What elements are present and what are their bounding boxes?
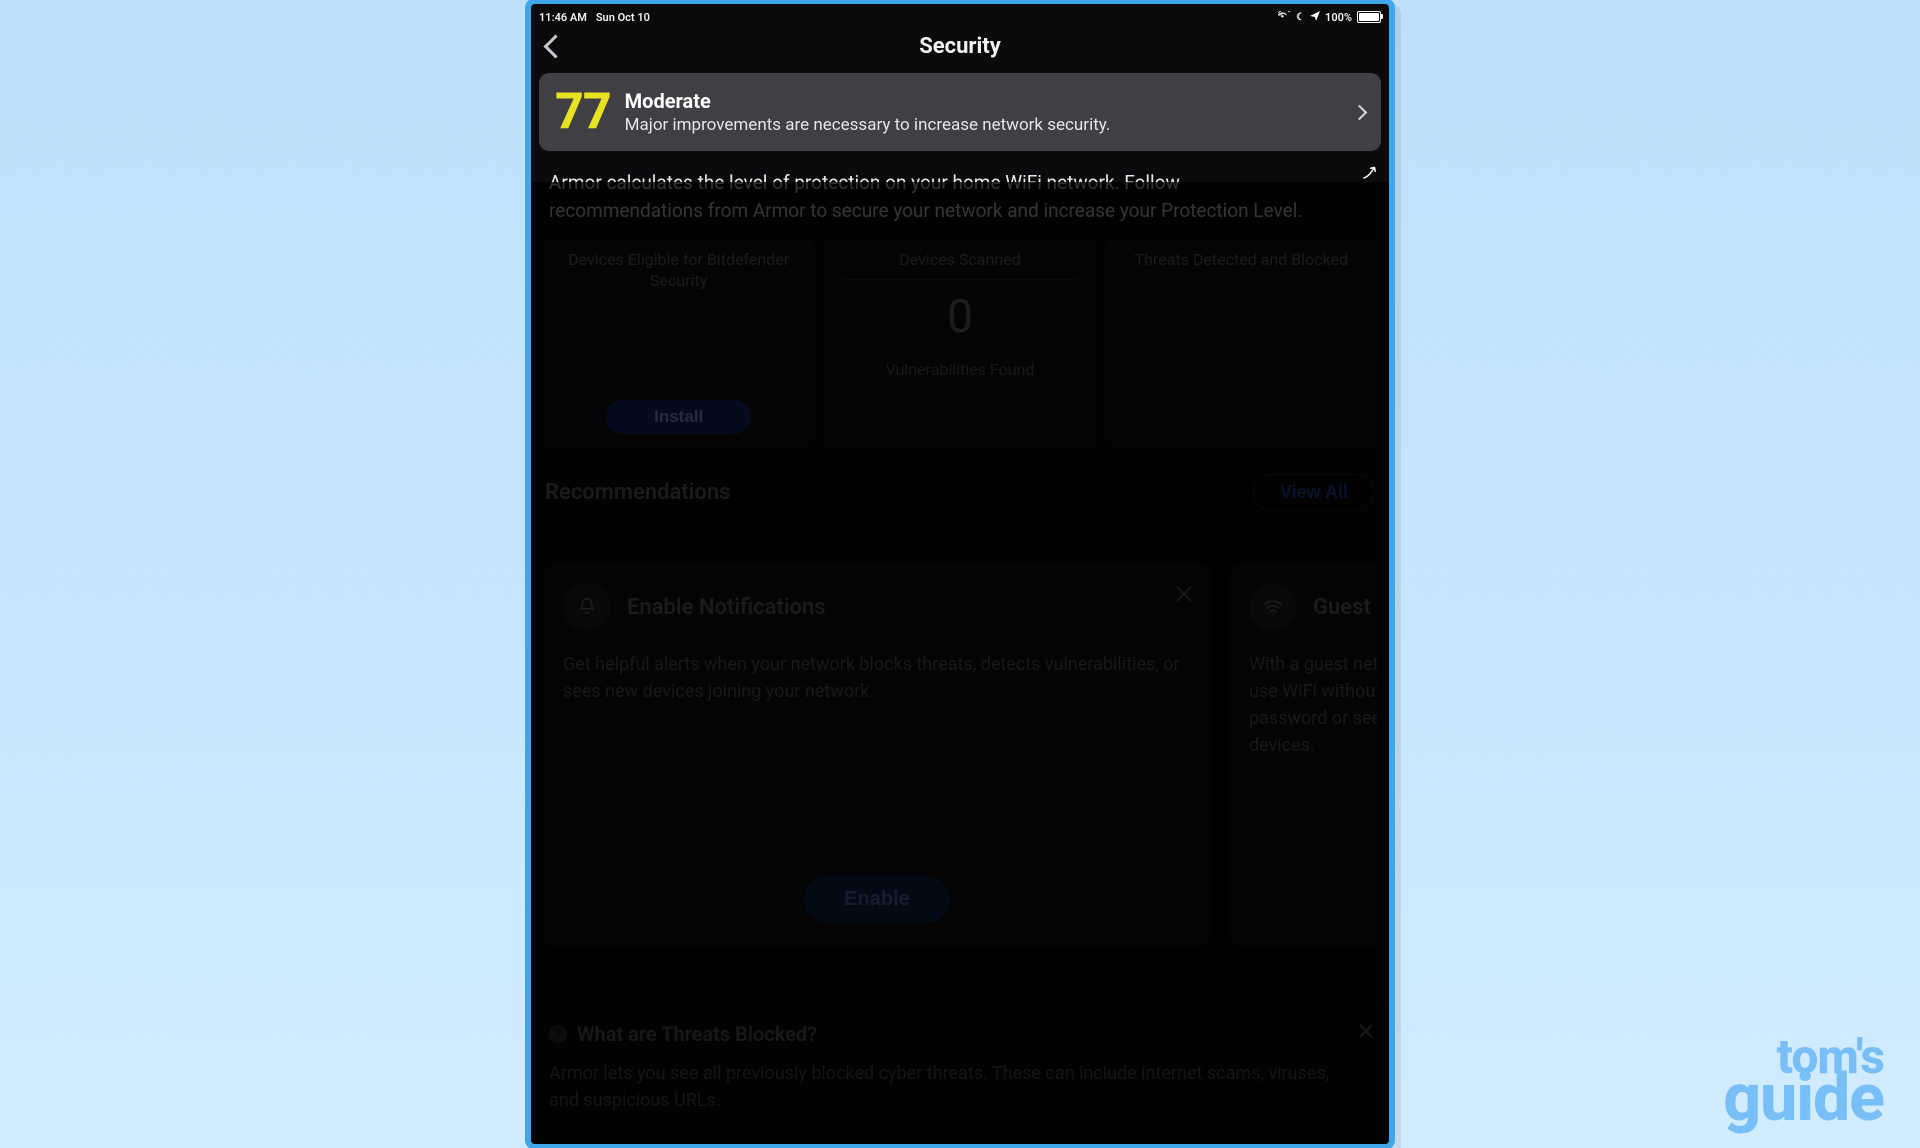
page-title: Security	[919, 34, 1001, 59]
install-button[interactable]: Install	[606, 400, 751, 434]
tile-scanned-title: Devices Scanned	[899, 250, 1020, 271]
info-question: What are Threats Blocked?	[577, 1022, 817, 1046]
status-bar: 11:46 AM Sun Oct 10 ☾ 100%	[531, 4, 1389, 27]
battery-icon	[1357, 11, 1381, 23]
ipad-screen: 11:46 AM Sun Oct 10 ☾ 100% Security	[525, 0, 1395, 1148]
bell-icon	[563, 583, 611, 631]
close-icon[interactable]	[1355, 1020, 1377, 1042]
battery-percent: 100%	[1325, 11, 1352, 24]
tile-devices-scanned: Devices Scanned 0 Vulnerabilities Found	[824, 238, 1095, 448]
protection-score-banner[interactable]: 77 Moderate Major improvements are neces…	[539, 73, 1381, 151]
wifi-guest-icon	[1249, 583, 1297, 631]
recommendations-heading: Recommendations	[545, 480, 730, 505]
wifi-icon	[1278, 11, 1291, 24]
card-body: With a guest network, visitors can use W…	[1249, 651, 1377, 759]
tile-eligible-title: Devices Eligible for Bitdefender Securit…	[553, 250, 804, 292]
security-content: Armor calculates the level of protection…	[531, 151, 1389, 1144]
status-date: Sun Oct 10	[596, 11, 650, 24]
tile-scanned-value: 0	[947, 290, 973, 344]
recommendation-card-guest-wifi[interactable]: Guest WiFi Network With a guest network,…	[1229, 563, 1377, 947]
chevron-left-icon	[543, 35, 567, 59]
card-body: Get helpful alerts when your network blo…	[563, 651, 1191, 705]
recommendations-header: Recommendations View All	[545, 474, 1375, 511]
chevron-right-icon	[1352, 105, 1368, 121]
stat-tiles-row: Devices Eligible for Bitdefender Securit…	[543, 238, 1377, 448]
protection-level-label: Moderate	[625, 89, 1340, 113]
trend-up-icon	[1361, 161, 1379, 179]
location-moon-icon: ☾	[1296, 12, 1305, 23]
armor-description: Armor calculates the level of protection…	[543, 163, 1377, 224]
back-button[interactable]	[541, 27, 570, 68]
tile-threats-title: Threats Detected and Blocked	[1135, 250, 1348, 271]
question-icon: ?	[549, 1025, 567, 1043]
tile-threats: Threats Detected and Blocked	[1106, 238, 1377, 448]
view-all-button[interactable]: View All	[1253, 474, 1375, 511]
recommendation-cards-row: Enable Notifications Get helpful alerts …	[543, 563, 1377, 947]
protection-level-subtitle: Major improvements are necessary to incr…	[625, 115, 1340, 135]
card-title: Guest WiFi Network	[1313, 595, 1377, 620]
enable-button[interactable]: Enable	[804, 876, 950, 923]
location-arrow-icon	[1310, 11, 1320, 24]
recommendation-card-notifications[interactable]: Enable Notifications Get helpful alerts …	[543, 563, 1211, 947]
nav-header: Security	[531, 27, 1389, 68]
close-icon[interactable]	[1171, 581, 1197, 607]
info-body: Armor lets you see all previously blocke…	[549, 1060, 1339, 1114]
protection-score-value: 77	[555, 87, 611, 137]
status-time: 11:46 AM	[539, 11, 587, 24]
info-panel-threats-blocked: ? What are Threats Blocked? Armor lets y…	[531, 1005, 1389, 1144]
tile-eligible-devices: Devices Eligible for Bitdefender Securit…	[543, 238, 814, 448]
watermark-line2: guide	[1723, 1072, 1884, 1126]
toms-guide-watermark: tom's guide	[1723, 1037, 1884, 1126]
card-title: Enable Notifications	[627, 595, 826, 620]
tile-scanned-sub: Vulnerabilities Found	[886, 360, 1035, 379]
tile-divider	[842, 279, 1078, 280]
